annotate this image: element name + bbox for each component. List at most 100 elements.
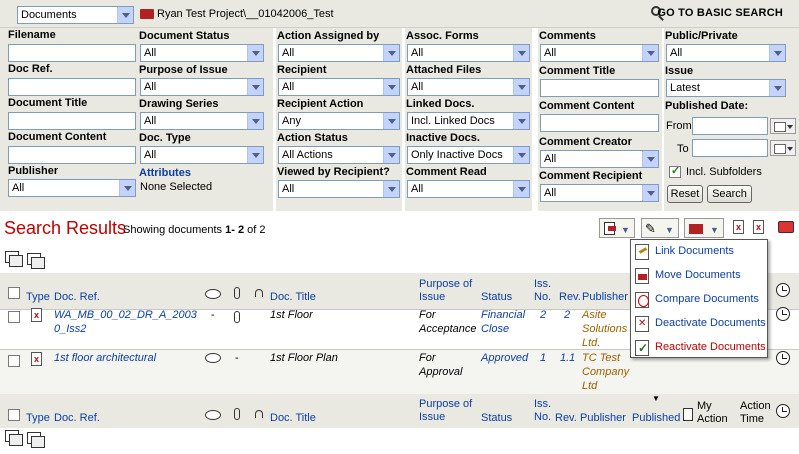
col-publisher[interactable]: Publisher <box>582 291 628 304</box>
doc-type-label: Doc. Type <box>139 132 191 144</box>
doc-title-input[interactable] <box>8 112 136 130</box>
col-doc-ref[interactable]: Doc. Ref. <box>54 291 100 304</box>
col-status[interactable]: Status <box>481 291 512 304</box>
menu-item-link-documents[interactable]: Link Documents <box>655 245 734 257</box>
col-rev-bottom[interactable]: Rev. <box>555 412 577 425</box>
calendar-to-icon[interactable] <box>770 140 796 156</box>
col-publisher-bottom[interactable]: Publisher <box>580 412 626 425</box>
col-doc-title[interactable]: Doc. Title <box>270 291 316 304</box>
inactive-docs-select[interactable]: Only Inactive Docs <box>407 146 530 164</box>
action-status-select[interactable]: All Actions <box>278 146 400 164</box>
date-to-input[interactable] <box>692 139 768 157</box>
comments-select-value: All <box>544 47 557 59</box>
comment-icon[interactable] <box>205 353 221 363</box>
recipient-action-select-value: Any <box>282 115 301 127</box>
history-column-icon[interactable] <box>776 283 790 297</box>
col-rev[interactable]: Rev. <box>559 291 581 304</box>
col-status-bottom[interactable]: Status <box>481 412 512 425</box>
comment-creator-label: Comment Creator <box>539 136 632 148</box>
doc-status-select-value: All <box>144 47 157 59</box>
drawing-series-select[interactable]: All <box>140 112 264 130</box>
purpose: For Approval <box>419 352 463 378</box>
history-icon[interactable] <box>776 307 790 321</box>
doc-ref-link[interactable]: WA_MB_00_02_DR_A_20030_Iss2 <box>54 308 199 336</box>
col-type-bottom[interactable]: Type <box>26 412 50 425</box>
download-icon-bottom[interactable] <box>5 430 23 446</box>
sort-desc-icon: ▼ <box>652 394 660 403</box>
menu-item-reactivate-documents[interactable]: Reactivate Documents <box>655 341 766 353</box>
col-type[interactable]: Type <box>26 291 50 304</box>
attributes-link[interactable]: Attributes <box>139 167 191 179</box>
drawing-series-label: Drawing Series <box>139 98 219 110</box>
date-from-input[interactable] <box>692 117 768 135</box>
doc-type-select[interactable]: All <box>140 146 264 164</box>
publisher-label: Publisher <box>8 165 59 177</box>
row-checkbox[interactable] <box>8 311 20 323</box>
row-checkbox[interactable] <box>8 355 20 367</box>
action-assigned-select[interactable]: All <box>278 44 400 62</box>
recipient-select[interactable]: All <box>278 78 400 96</box>
attachment-icon[interactable] <box>234 311 240 323</box>
comment-creator-select[interactable]: All <box>540 150 659 168</box>
linked-docs-select[interactable]: Incl. Linked Docs <box>407 112 530 130</box>
doc-status-select[interactable]: All <box>140 44 264 62</box>
col-doc-ref-bottom[interactable]: Doc. Ref. <box>54 412 100 425</box>
col-iss-bottom[interactable]: Iss. No. <box>534 398 556 424</box>
basic-search-link[interactable]: GO TO BASIC SEARCH <box>657 7 783 19</box>
comment-recipient-select[interactable]: All <box>540 184 659 202</box>
public-private-select[interactable]: All <box>666 44 786 62</box>
select-all-checkbox[interactable] <box>8 287 20 299</box>
download-icon[interactable] <box>5 251 23 267</box>
attached-files-select[interactable]: All <box>407 78 530 96</box>
col-purpose[interactable]: Purpose of Issue <box>419 278 477 304</box>
public-private-label: Public/Private <box>665 30 738 42</box>
purpose-select[interactable]: All <box>140 78 264 96</box>
export-doc-icon[interactable] <box>753 220 764 234</box>
reset-button[interactable]: Reset <box>667 185 703 203</box>
recipient-action-select[interactable]: Any <box>278 112 400 130</box>
purpose-select-value: All <box>144 81 157 93</box>
filename-input[interactable] <box>8 44 136 62</box>
doc-content-input[interactable] <box>8 146 136 164</box>
doc-ref-link[interactable]: 1st floor architectural <box>54 351 199 365</box>
col-purpose-bottom[interactable]: Purpose of Issue <box>419 398 477 424</box>
attachment-column-icon <box>234 287 240 299</box>
col-my-action-bottom[interactable]: My Action <box>697 400 733 426</box>
comments-select[interactable]: All <box>540 44 659 62</box>
viewed-select[interactable]: All <box>278 180 400 198</box>
folder-icon <box>140 9 154 19</box>
viewed-select-value: All <box>282 183 295 195</box>
comment-title-input[interactable] <box>540 79 659 97</box>
col-doc-title-bottom[interactable]: Doc. Title <box>270 412 316 425</box>
batch-icon[interactable] <box>27 253 45 269</box>
comment-recipient-select-value: All <box>544 187 557 199</box>
comment-content-label: Comment Content <box>539 100 635 112</box>
select-all-checkbox-bottom[interactable] <box>8 409 20 421</box>
history-icon[interactable] <box>776 351 790 365</box>
menu-item-move-documents[interactable]: Move Documents <box>655 269 741 281</box>
doc-ref-input[interactable] <box>8 78 136 96</box>
search-button[interactable]: Search <box>707 185 752 203</box>
incl-subfolders-checkbox[interactable] <box>669 164 681 178</box>
issue-select[interactable]: Latest <box>666 79 786 97</box>
menu-item-deactivate-documents[interactable]: Deactivate Documents <box>655 317 766 329</box>
doc-actions-dropdown[interactable]: ▼ <box>599 218 635 238</box>
assoc-forms-select[interactable]: All <box>407 44 530 62</box>
document-type-select[interactable]: Documents <box>17 6 134 24</box>
deactivate-doc-icon[interactable] <box>733 220 744 234</box>
results-title: Search Results <box>4 218 127 238</box>
calendar-from-icon[interactable] <box>770 118 796 134</box>
batch-icon-bottom[interactable] <box>27 432 45 448</box>
col-iss[interactable]: Iss. No. <box>534 278 556 304</box>
publisher-select[interactable]: All <box>8 179 136 197</box>
menu-item-compare-documents[interactable]: Compare Documents <box>655 293 759 305</box>
edit-actions-dropdown[interactable]: ✎ ▼ <box>641 218 679 238</box>
col-published-bottom[interactable]: Published <box>632 412 680 425</box>
comment-read-select[interactable]: All <box>407 180 530 198</box>
history-column-icon-bottom[interactable] <box>776 404 790 418</box>
folder-actions-dropdown[interactable]: ▼ <box>684 218 724 238</box>
col-action-time-bottom[interactable]: Action Time <box>740 400 774 426</box>
print-icon[interactable] <box>778 221 794 233</box>
filename-label: Filename <box>8 29 56 41</box>
comment-content-input[interactable] <box>540 114 659 132</box>
